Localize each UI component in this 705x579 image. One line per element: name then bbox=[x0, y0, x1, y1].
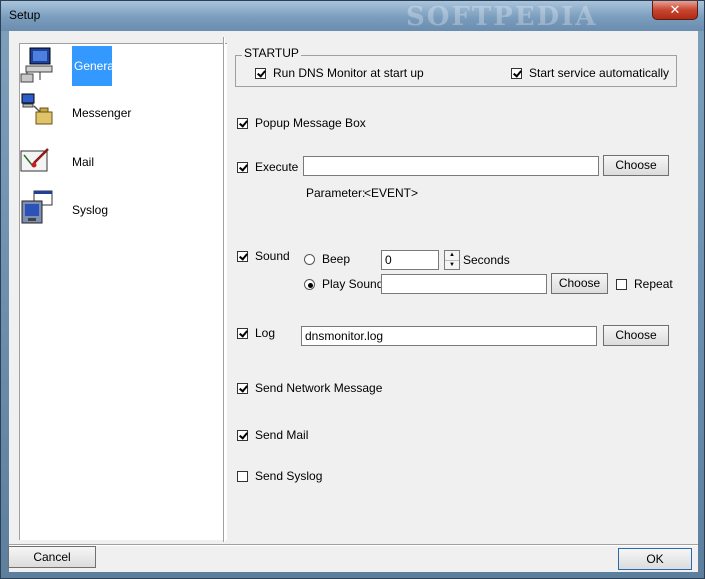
checkbox-box[interactable] bbox=[255, 67, 266, 79]
spin-up-icon[interactable]: ▲ bbox=[445, 251, 459, 260]
play-sound-path-input[interactable] bbox=[381, 274, 547, 294]
title-bar[interactable]: Setup SOFTPEDIA ✕ bbox=[1, 1, 704, 32]
parameter-label: Parameter: bbox=[306, 186, 366, 200]
radio-label: Play Sound bbox=[322, 277, 384, 291]
computer-network-icon bbox=[20, 47, 53, 83]
window-title: Setup bbox=[9, 8, 41, 22]
checkbox-label: Start service automatically bbox=[529, 66, 670, 80]
radio-circle[interactable] bbox=[304, 253, 315, 265]
checkbox-label: Repeat bbox=[634, 277, 673, 291]
sidebar-item-label: Syslog bbox=[72, 203, 109, 217]
radio-label: Beep bbox=[322, 252, 351, 266]
run-dns-monitor-checkbox[interactable]: Run DNS Monitor at start up bbox=[255, 65, 424, 81]
execute-path-input[interactable] bbox=[303, 156, 599, 176]
syslog-icon bbox=[21, 190, 53, 224]
sidebar-item-mail[interactable]: Mail bbox=[20, 141, 225, 185]
cancel-button[interactable]: Cancel bbox=[8, 546, 96, 568]
execute-choose-button[interactable]: Choose bbox=[603, 155, 669, 176]
radio-circle[interactable] bbox=[304, 278, 315, 290]
checkbox-label: Sound bbox=[255, 249, 290, 263]
checkbox-label: Run DNS Monitor at start up bbox=[273, 66, 424, 80]
checkbox-box[interactable] bbox=[237, 382, 248, 394]
log-checkbox[interactable]: Log bbox=[237, 325, 275, 341]
checkbox-box[interactable] bbox=[237, 250, 248, 262]
send-network-message-checkbox[interactable]: Send Network Message bbox=[237, 380, 382, 396]
footer-separator bbox=[9, 544, 698, 546]
play-sound-radio[interactable]: Play Sound bbox=[304, 276, 383, 292]
seconds-label: Seconds bbox=[463, 253, 510, 267]
sidebar-item-label: Messenger bbox=[72, 106, 132, 120]
start-service-checkbox[interactable]: Start service automatically bbox=[511, 65, 669, 81]
checkbox-box[interactable] bbox=[616, 278, 627, 290]
sidebar-item-label: General bbox=[72, 46, 117, 86]
send-syslog-checkbox[interactable]: Send Syslog bbox=[237, 468, 322, 484]
checkbox-label: Log bbox=[255, 326, 276, 340]
popup-message-box-checkbox[interactable]: Popup Message Box bbox=[237, 115, 366, 131]
close-button[interactable]: ✕ bbox=[652, 1, 698, 20]
checkbox-label: Send Mail bbox=[255, 428, 309, 442]
sidebar-item-syslog[interactable]: Syslog bbox=[20, 189, 225, 233]
sidebar-item-label: Mail bbox=[72, 155, 95, 169]
spin-down-icon[interactable]: ▼ bbox=[445, 260, 459, 269]
checkbox-label: Popup Message Box bbox=[255, 116, 366, 130]
sound-checkbox[interactable]: Sound bbox=[237, 248, 290, 264]
checkbox-label: Send Network Message bbox=[255, 381, 383, 395]
checkbox-box[interactable] bbox=[237, 117, 248, 129]
startup-group-title: STARTUP bbox=[242, 46, 301, 60]
panel-divider bbox=[223, 37, 225, 542]
mail-icon bbox=[20, 148, 49, 172]
seconds-spinner[interactable]: ▲ ▼ bbox=[444, 250, 460, 270]
sidebar-item-messenger[interactable]: Messenger bbox=[20, 92, 225, 136]
client-area: General Messenger Mail Syslog STARTUP Ru… bbox=[8, 31, 698, 572]
parameter-value: <EVENT> bbox=[364, 186, 419, 200]
sidebar: General Messenger Mail Syslog bbox=[19, 43, 227, 540]
repeat-checkbox[interactable]: Repeat bbox=[616, 276, 673, 292]
setup-window: Setup SOFTPEDIA ✕ General Messenger Mail… bbox=[0, 0, 705, 579]
log-choose-button[interactable]: Choose bbox=[603, 325, 669, 346]
sidebar-item-general[interactable]: General bbox=[20, 46, 225, 90]
checkbox-label: Send Syslog bbox=[255, 469, 323, 483]
send-mail-checkbox[interactable]: Send Mail bbox=[237, 427, 308, 443]
beep-radio[interactable]: Beep bbox=[304, 251, 350, 267]
checkbox-box[interactable] bbox=[237, 161, 248, 173]
watermark-text: SOFTPEDIA bbox=[406, 2, 598, 32]
checkbox-label: Execute bbox=[255, 160, 299, 174]
execute-checkbox[interactable]: Execute bbox=[237, 159, 298, 175]
checkbox-box[interactable] bbox=[237, 470, 248, 482]
checkbox-box[interactable] bbox=[237, 327, 248, 339]
log-file-input[interactable] bbox=[301, 326, 597, 346]
messenger-icon bbox=[21, 93, 53, 125]
beep-seconds-input[interactable] bbox=[381, 250, 439, 270]
checkbox-box[interactable] bbox=[511, 67, 522, 79]
sound-choose-button[interactable]: Choose bbox=[551, 273, 608, 294]
checkbox-box[interactable] bbox=[237, 429, 248, 441]
ok-button[interactable]: OK bbox=[618, 548, 692, 570]
